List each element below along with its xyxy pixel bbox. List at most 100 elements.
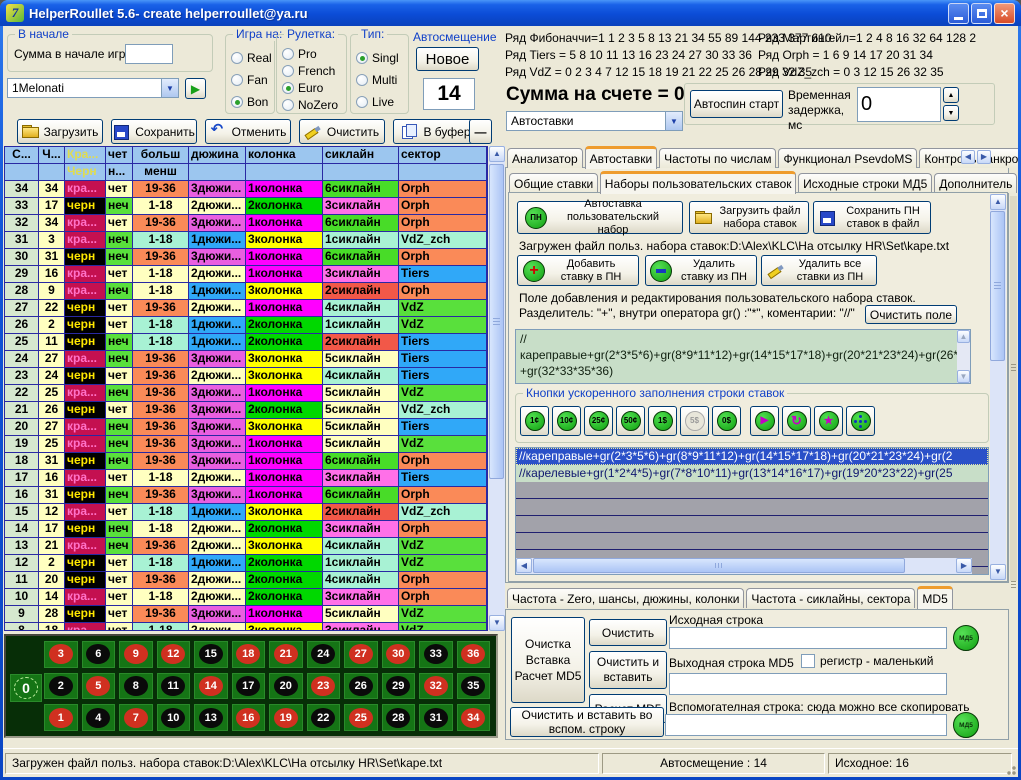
table-row[interactable]: 2916кра...чет1-182дюжи...1колонка3сиклай…	[5, 266, 487, 283]
md5-big-button[interactable]: Очистка Вставка Расчет MD5	[511, 617, 585, 703]
roulette-number-cell[interactable]: 18	[232, 641, 266, 668]
spinner-up-icon[interactable]: ▲	[943, 87, 959, 103]
roulette-number-cell[interactable]: 32	[419, 673, 453, 700]
list-item-empty[interactable]	[516, 499, 988, 516]
scroll-down-icon[interactable]: ▼	[957, 370, 970, 383]
coin-button[interactable]: 5$	[680, 406, 709, 436]
roulette-number-cell[interactable]: 33	[419, 641, 453, 668]
roulette-number-cell[interactable]: 29	[382, 673, 416, 700]
register-checkbox-row[interactable]: регистр - маленький	[801, 654, 933, 668]
resize-grip[interactable]	[1004, 763, 1016, 775]
start-sum-input[interactable]	[125, 44, 173, 64]
radio-option[interactable]: Real	[231, 51, 274, 65]
scroll-up-icon[interactable]: ▲	[990, 194, 1006, 210]
roulette-number-cell[interactable]: 3	[44, 641, 78, 668]
roulette-number-cell[interactable]: 27	[344, 641, 378, 668]
table-row[interactable]: 1417черннеч1-182дюжи...2колонка3сиклайнO…	[5, 521, 487, 538]
spinner-down-icon[interactable]: ▼	[943, 105, 959, 121]
quick-action-button[interactable]	[814, 406, 843, 436]
roulette-number-cell[interactable]: 12	[157, 641, 191, 668]
clear-field-button[interactable]: Очистить поле	[865, 305, 957, 324]
table-row[interactable]: 3434кра...чет19-363дюжи...1колонка6сикла…	[5, 181, 487, 198]
toolbar-button[interactable]: Отменить	[205, 119, 291, 144]
toolbar-button[interactable]: Сохранить	[111, 119, 197, 144]
delete-all-bets-button[interactable]: Удалить все ставки из ПН	[761, 255, 877, 286]
table-row[interactable]: 2126чернчет19-363дюжи...2колонка5сиклайн…	[5, 402, 487, 419]
scroll-right-icon[interactable]: ▶	[956, 558, 972, 573]
minimize-button[interactable]	[948, 3, 969, 24]
scroll-down-icon[interactable]: ▼	[489, 615, 505, 631]
add-bet-button[interactable]: + Добавить ставку в ПН	[517, 255, 639, 286]
tab[interactable]: Дополнитель	[934, 173, 1017, 193]
roulette-number-cell[interactable]: 13	[194, 704, 228, 731]
panel-scrollbar-thumb[interactable]	[990, 211, 1005, 361]
roulette-number-cell[interactable]: 21	[269, 641, 303, 668]
coin-button[interactable]: 0$	[712, 406, 741, 436]
table-row[interactable]: 1716кра...чет1-182дюжи...1колонка3сиклай…	[5, 470, 487, 487]
scroll-up-icon[interactable]: ▲	[957, 330, 970, 343]
roulette-number-cell[interactable]: 2	[44, 673, 78, 700]
md5-icon[interactable]: МД5	[953, 712, 979, 738]
table-row[interactable]: 1512кра...чет1-181дюжи...3колонка2сиклай…	[5, 504, 487, 521]
roulette-number-cell[interactable]: 11	[157, 673, 191, 700]
radio-option[interactable]: Live	[356, 95, 408, 109]
roulette-number-cell[interactable]: 25	[344, 704, 378, 731]
table-row[interactable]: 2722чернчет19-362дюжи...1колонка4сиклайн…	[5, 300, 487, 317]
table-row[interactable]: 262чернчет1-181дюжи...2колонка1сиклайнVd…	[5, 317, 487, 334]
md5-output-input[interactable]	[669, 673, 947, 695]
roulette-number-cell[interactable]: 16	[232, 704, 266, 731]
radio-option[interactable]: French	[282, 64, 346, 78]
splitter[interactable]	[1010, 196, 1017, 581]
autoshift-new-button[interactable]: Новое	[416, 47, 479, 71]
maximize-button[interactable]	[971, 3, 992, 24]
table-row[interactable]: 2324чернчет19-362дюжи...3колонка4сиклайн…	[5, 368, 487, 385]
roulette-number-cell[interactable]: 1	[44, 704, 78, 731]
table-row[interactable]: 1631черннеч19-363дюжи...1колонка6сиклайн…	[5, 487, 487, 504]
roulette-number-cell[interactable]: 23	[307, 673, 341, 700]
table-row[interactable]: 3234кра...чет19-363дюжи...1колонка6сикла…	[5, 215, 487, 232]
play-button[interactable]: ▶	[185, 78, 206, 99]
tab[interactable]: Общие ставки	[509, 173, 598, 193]
save-bets-file-button[interactable]: Сохранить ПН ставок в файл	[813, 201, 931, 234]
coin-button[interactable]: 25¢	[584, 406, 613, 436]
autospin-start-button[interactable]: Автоспин старт	[690, 90, 783, 118]
tab[interactable]: Частота - сиклайны, сектора	[746, 588, 915, 608]
radio-option[interactable]: Singl	[356, 51, 408, 65]
roulette-number-cell[interactable]: 24	[307, 641, 341, 668]
autobets-combobox[interactable]: Автоставки ▼	[506, 111, 683, 131]
scroll-up-icon[interactable]: ▲	[489, 146, 505, 162]
md5-clear-paste-button[interactable]: Очистить и вставить	[589, 651, 667, 689]
md5-clear-button[interactable]: Очистить	[589, 619, 667, 646]
profile-combobox[interactable]: 1Melonati ▼	[7, 78, 179, 98]
quick-action-button[interactable]	[782, 406, 811, 436]
table-row[interactable]: 1014кра...чет1-182дюжи...2колонка3сиклай…	[5, 589, 487, 606]
autobet-user-set-button[interactable]: ПН Автоставка пользовательский набор	[517, 201, 683, 234]
table-row[interactable]: 3317черннеч1-182дюжи...2колонка3сиклайнO…	[5, 198, 487, 215]
table-row[interactable]: 818кра...чет1-182дюжи...3колонка3сиклайн…	[5, 623, 487, 631]
radio-option[interactable]: Multi	[356, 73, 408, 87]
collapse-button[interactable]: —	[469, 119, 492, 144]
listbox-hscroll-thumb[interactable]	[533, 558, 905, 573]
roulette-zero-cell[interactable]: 0	[10, 674, 42, 702]
radio-option[interactable]: Bon	[231, 95, 274, 109]
toolbar-button[interactable]: Загрузить	[17, 119, 103, 144]
roulette-number-cell[interactable]: 6	[82, 641, 116, 668]
delay-input[interactable]	[857, 87, 941, 122]
tabs-scroll-right-icon[interactable]: ▶	[977, 150, 991, 164]
tab[interactable]: Частоты по числам	[659, 148, 776, 168]
list-item-empty[interactable]	[516, 533, 988, 550]
roulette-number-cell[interactable]: 34	[457, 704, 491, 731]
table-row[interactable]: 1831черннеч19-363дюжи...1колонка6сиклайн…	[5, 453, 487, 470]
tabs-scroll-left-icon[interactable]: ◀	[961, 150, 975, 164]
roulette-number-cell[interactable]: 26	[344, 673, 378, 700]
delete-bet-button[interactable]: Удалить ставку из ПН	[645, 255, 757, 286]
md5-clear-paste-aux-button[interactable]: Очистить и вставить во вспом. строку	[510, 707, 664, 737]
roulette-number-cell[interactable]: 7	[119, 704, 153, 731]
table-row[interactable]: 1120чернчет19-362дюжи...2колонка4сиклайн…	[5, 572, 487, 589]
roulette-number-cell[interactable]: 31	[419, 704, 453, 731]
roulette-number-cell[interactable]: 22	[307, 704, 341, 731]
coin-button[interactable]: 1¢	[520, 406, 549, 436]
md5-icon[interactable]: МД5	[953, 625, 979, 651]
list-item[interactable]: //карелевые+gr(1*2*4*5)+gr(7*8*10*11)+gr…	[516, 465, 988, 482]
checkbox-icon[interactable]	[801, 654, 815, 668]
